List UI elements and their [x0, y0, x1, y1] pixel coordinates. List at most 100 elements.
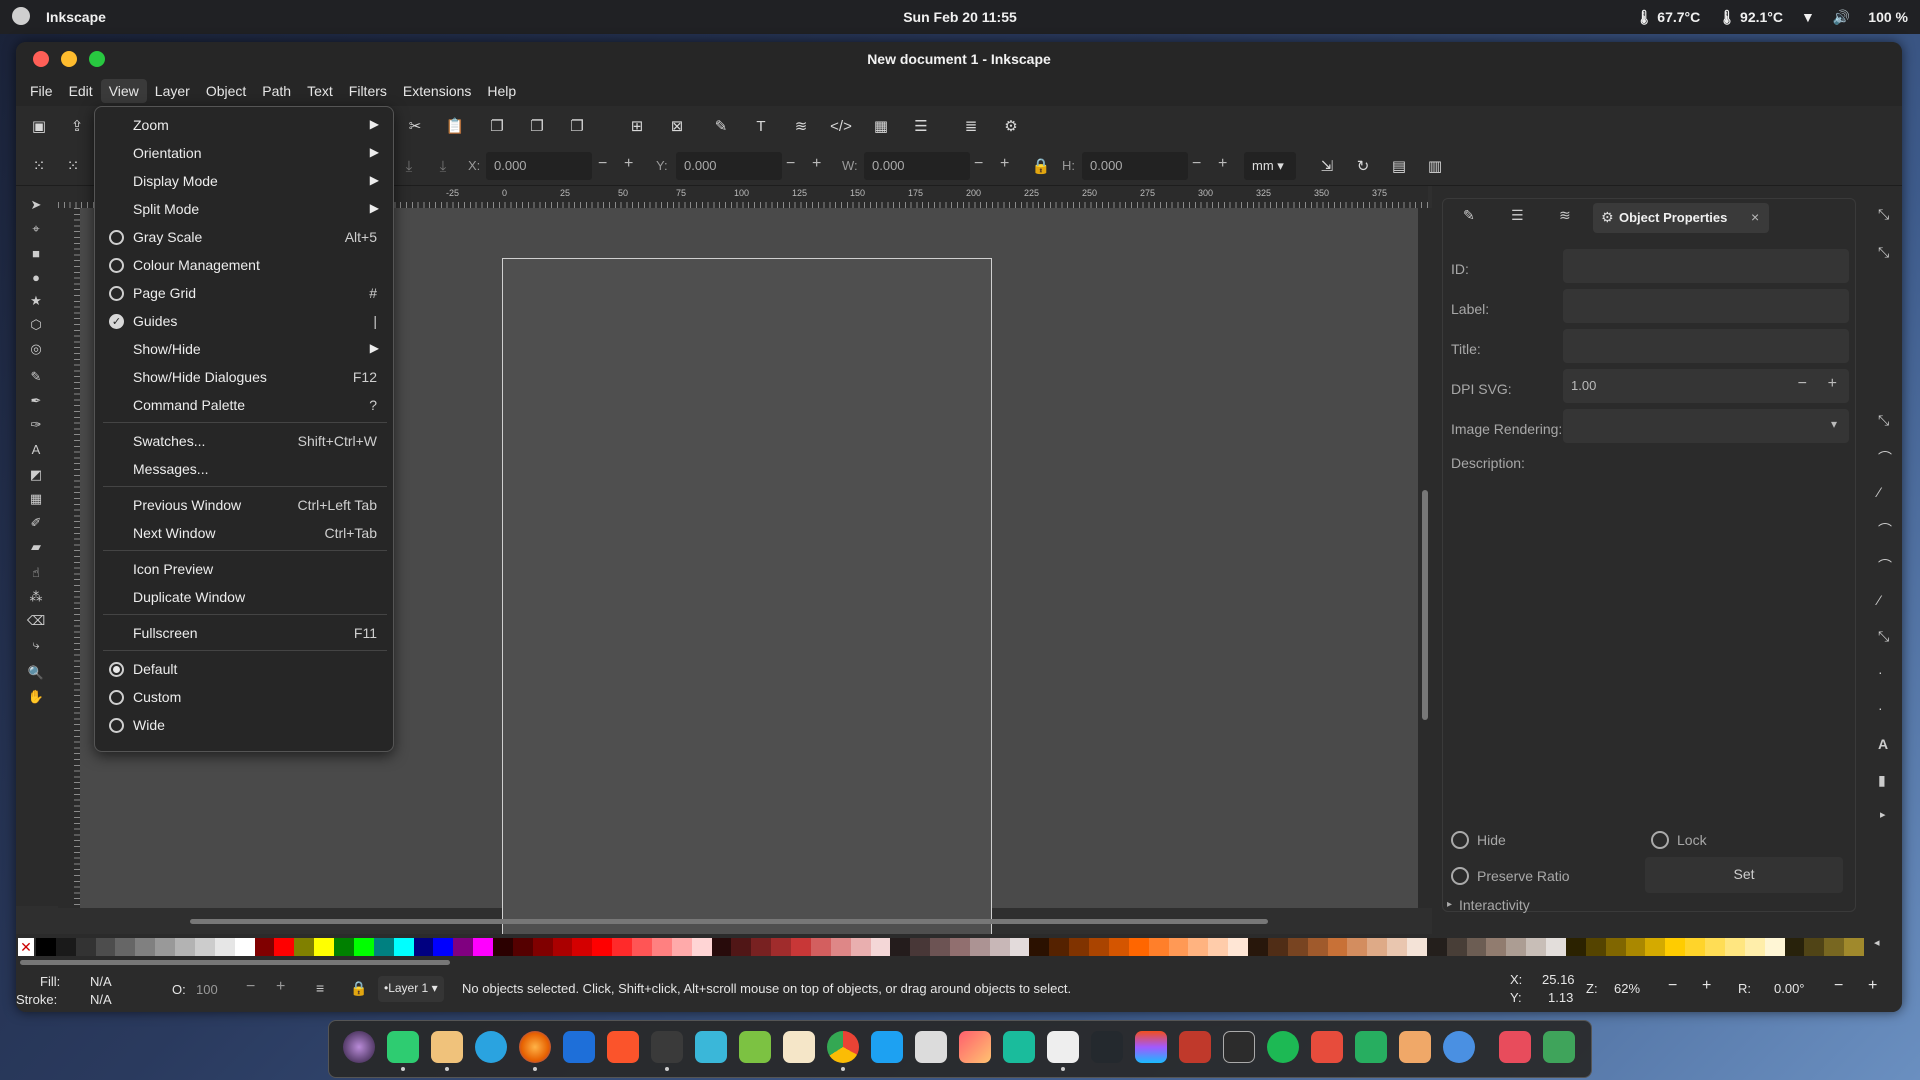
color-swatch[interactable] [731, 938, 752, 956]
color-swatch[interactable] [433, 938, 454, 956]
3d-box-tool-icon[interactable]: ⬡ [27, 316, 45, 334]
color-swatch[interactable] [810, 938, 832, 956]
color-swatch[interactable] [334, 938, 355, 956]
rectangle-tool-icon[interactable]: ■ [27, 244, 45, 262]
color-swatch[interactable] [473, 938, 494, 956]
color-swatch[interactable] [254, 938, 275, 956]
color-swatch[interactable] [493, 938, 514, 956]
color-swatch[interactable] [1446, 938, 1468, 956]
menu-item-next-window[interactable]: Next Window Ctrl+Tab [95, 519, 393, 547]
color-swatch[interactable] [75, 938, 97, 956]
color-swatch[interactable] [1625, 938, 1646, 956]
menu-item-show-hide-dialogues[interactable]: Show/Hide Dialogues F12 [95, 363, 393, 391]
cut-icon[interactable]: ✂ [402, 113, 428, 139]
firefox-icon[interactable] [519, 1031, 551, 1063]
screenshot-icon[interactable] [1223, 1031, 1255, 1063]
color-swatch[interactable] [532, 938, 554, 956]
menu-object[interactable]: Object [198, 79, 254, 103]
color-swatch[interactable] [1049, 938, 1070, 956]
color-swatch[interactable] [135, 938, 156, 956]
align-distribute-icon[interactable]: ☰ [908, 113, 934, 139]
set-button[interactable]: Set [1645, 857, 1843, 893]
android-studio-icon[interactable] [739, 1031, 771, 1063]
menu-edit[interactable]: Edit [61, 79, 101, 103]
menu-item-guides[interactable]: ✓ Guides | [95, 307, 393, 335]
y-input[interactable]: 0.000 [676, 152, 782, 180]
duplicate-icon[interactable]: ❐ [484, 113, 510, 139]
color-swatch[interactable] [1426, 938, 1448, 956]
new-document-icon[interactable]: ▣ [26, 113, 52, 139]
color-swatch[interactable] [1824, 938, 1845, 956]
color-swatch[interactable] [989, 938, 1011, 956]
scale-corners-icon[interactable]: ↻ [1350, 153, 1376, 179]
w-increment-button[interactable]: + [1000, 155, 1009, 173]
menu-item-custom[interactable]: Custom [95, 683, 393, 711]
menu-item-messages[interactable]: Messages... [95, 455, 393, 483]
color-swatch[interactable] [274, 938, 295, 956]
color-swatch[interactable] [1844, 938, 1865, 956]
color-swatch[interactable] [1128, 938, 1150, 956]
color-swatch[interactable] [1685, 938, 1706, 956]
menu-item-colour-management[interactable]: Colour Management [95, 251, 393, 279]
color-swatch[interactable] [1585, 938, 1607, 956]
lock-ratio-icon[interactable]: 🔒 [1028, 153, 1054, 179]
lower-icon[interactable]: ⤓ [430, 153, 456, 179]
x-decrement-button[interactable]: − [598, 155, 607, 173]
color-swatch[interactable] [651, 938, 673, 956]
selector-tool-icon[interactable]: ➤ [27, 196, 45, 214]
preferences-icon[interactable]: ⚙ [998, 113, 1024, 139]
color-swatch[interactable] [930, 938, 951, 956]
dpi-increment-button[interactable]: + [1828, 375, 1837, 393]
zoom-out-button[interactable]: − [1668, 977, 1677, 995]
brave-icon[interactable] [607, 1031, 639, 1063]
scrollbar-thumb[interactable] [1422, 490, 1428, 720]
color-swatch[interactable] [214, 938, 236, 956]
color-swatch[interactable] [1307, 938, 1328, 956]
color-swatch[interactable] [552, 938, 573, 956]
color-swatch[interactable] [1267, 938, 1289, 956]
paste-icon[interactable]: 📋 [442, 113, 468, 139]
layer-dropdown[interactable]: •Layer 1 ▾ [378, 976, 444, 1002]
menu-extensions[interactable]: Extensions [395, 79, 479, 103]
close-tab-icon[interactable]: × [1751, 209, 1759, 225]
document-properties-icon[interactable]: ≣ [958, 113, 984, 139]
color-swatch[interactable] [1069, 938, 1090, 956]
photos-icon[interactable] [959, 1031, 991, 1063]
menu-item-command-palette[interactable]: Command Palette? [95, 391, 393, 419]
window-manager-icon[interactable] [871, 1031, 903, 1063]
color-swatch[interactable] [1565, 938, 1587, 956]
menu-item-zoom[interactable]: Zoom ▶ [95, 111, 393, 139]
snap-rotation-icon[interactable]: · [1878, 700, 1883, 716]
terminal-icon[interactable] [651, 1031, 683, 1063]
color-swatch[interactable] [1327, 938, 1348, 956]
color-swatch[interactable] [1546, 938, 1567, 956]
hide-checkbox[interactable] [1451, 831, 1469, 849]
image-rendering-select[interactable]: ▾ [1563, 409, 1849, 443]
stroke-value[interactable]: N/A [90, 992, 112, 1007]
group-icon[interactable]: ⊞ [624, 113, 650, 139]
color-swatch[interactable] [1387, 938, 1408, 956]
game-icon[interactable] [1179, 1031, 1211, 1063]
color-swatch[interactable] [691, 938, 713, 956]
mail-icon[interactable] [563, 1031, 595, 1063]
color-swatch[interactable] [1089, 938, 1110, 956]
launcher-icon[interactable] [343, 1031, 375, 1063]
inkscape-icon[interactable] [1047, 1031, 1079, 1063]
snap-text-icon[interactable]: A [1878, 736, 1888, 752]
preserve-ratio-checkbox[interactable] [1451, 867, 1469, 885]
menu-item-fullscreen[interactable]: Fullscreen F11 [95, 619, 393, 647]
opacity-increment-button[interactable]: + [276, 978, 285, 996]
snap-page-icon[interactable]: ▮ [1878, 772, 1886, 789]
tweak-tool-icon[interactable]: ☝ [27, 564, 45, 582]
apple-logo-icon[interactable] [12, 7, 30, 25]
gradient-tool-icon[interactable]: ◩ [27, 466, 45, 484]
open-document-icon[interactable]: ⇪ [64, 113, 90, 139]
no-paint-swatch[interactable]: ✕ [18, 938, 34, 956]
color-swatch[interactable] [969, 938, 991, 956]
select-all-layers-icon[interactable]: ⁙ [60, 153, 86, 179]
color-swatch[interactable] [950, 938, 971, 956]
system-clock[interactable]: Sun Feb 20 11:55 [0, 9, 1920, 25]
color-swatch[interactable] [1287, 938, 1309, 956]
scale-stroke-icon[interactable]: ⇲ [1314, 153, 1340, 179]
fill-value[interactable]: N/A [90, 974, 112, 989]
